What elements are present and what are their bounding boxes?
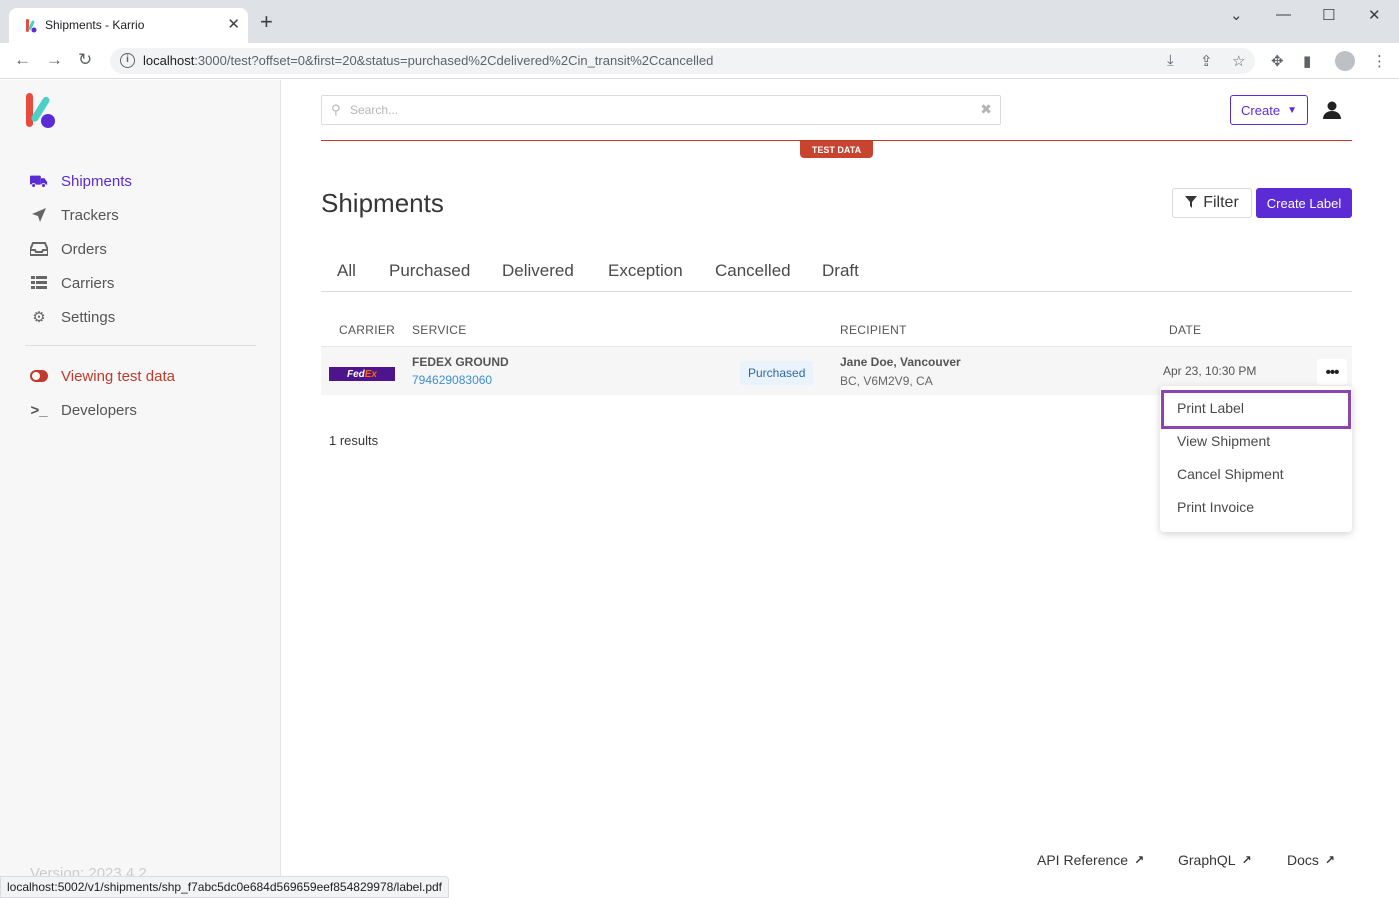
- sidebar-item-label: Trackers: [61, 206, 119, 224]
- toggle-on-icon: [30, 367, 48, 385]
- sidebar-item-developers[interactable]: >_ Developers: [30, 398, 137, 422]
- new-tab-icon[interactable]: +: [260, 11, 273, 33]
- menu-item-print-invoice[interactable]: Print Invoice: [1177, 499, 1254, 515]
- row-actions-button[interactable]: •••: [1317, 359, 1347, 385]
- external-link-icon: ↗: [1241, 853, 1252, 867]
- clear-search-icon[interactable]: ✖: [980, 101, 992, 118]
- external-link-icon: ↗: [1134, 853, 1145, 867]
- column-header-carrier: CARRIER: [339, 323, 396, 337]
- filter-label: Filter: [1203, 194, 1239, 211]
- address-bar[interactable]: i localhost:3000/test?offset=0&first=20&…: [110, 48, 1255, 74]
- status-badge: Purchased: [740, 361, 814, 385]
- tab-close-icon[interactable]: ✕: [227, 15, 240, 33]
- tab-purchased[interactable]: Purchased: [389, 261, 470, 281]
- browser-status-bar: localhost:5002/v1/shipments/shp_f7abc5dc…: [0, 876, 450, 898]
- status-tabs: All Purchased Delivered Exception Cancel…: [321, 251, 1352, 292]
- menu-item-print-label[interactable]: Print Label: [1177, 400, 1244, 416]
- recipient-name: Jane Doe, Vancouver: [840, 355, 961, 369]
- reload-icon[interactable]: ↻: [78, 50, 92, 70]
- ellipsis-icon: •••: [1325, 363, 1340, 381]
- karrio-logo[interactable]: [24, 93, 58, 131]
- tab-title: Shipments - Karrio: [45, 18, 145, 32]
- back-icon[interactable]: ←: [14, 50, 31, 70]
- window-close-icon[interactable]: ✕: [1368, 6, 1381, 24]
- external-link-icon: ↗: [1324, 853, 1335, 867]
- column-header-service: SERVICE: [412, 323, 467, 337]
- filter-icon: [1185, 195, 1198, 211]
- column-header-date: DATE: [1169, 323, 1202, 337]
- filter-button[interactable]: Filter: [1172, 188, 1252, 218]
- profile-avatar-icon[interactable]: [1335, 51, 1355, 71]
- test-data-badge: TEST DATA: [800, 141, 873, 158]
- sidebar-item-settings[interactable]: ⚙ Settings: [30, 305, 115, 329]
- tracking-number-link[interactable]: 794629083060: [412, 373, 492, 387]
- site-info-icon[interactable]: i: [120, 53, 135, 68]
- install-icon[interactable]: ⤓: [1167, 52, 1174, 69]
- browser-menu-icon[interactable]: ⋮: [1372, 52, 1387, 70]
- create-label-button[interactable]: Create Label: [1256, 188, 1352, 218]
- browser-toolbar: ← → ↻ i localhost:3000/test?offset=0&fir…: [0, 43, 1399, 79]
- page-title: Shipments: [321, 188, 444, 218]
- search-bar[interactable]: ⚲ ✖: [321, 95, 1001, 125]
- sidebar-divider: [25, 345, 256, 346]
- create-dropdown-button[interactable]: Create ▼: [1230, 95, 1308, 125]
- sidebar: Shipments Trackers Orders Carriers ⚙ Set…: [0, 80, 281, 898]
- tab-draft[interactable]: Draft: [822, 261, 859, 281]
- fedex-logo: Fed Ex: [329, 367, 395, 381]
- sidebar-item-trackers[interactable]: Trackers: [30, 203, 119, 227]
- service-name: FEDEX GROUND: [412, 355, 509, 369]
- sidebar-item-carriers[interactable]: Carriers: [30, 271, 114, 295]
- user-icon[interactable]: [1322, 100, 1342, 120]
- tab-search-icon[interactable]: ⌄: [1230, 6, 1243, 24]
- sidebar-item-shipments[interactable]: Shipments: [30, 169, 132, 193]
- sidebar-item-label: Shipments: [61, 172, 132, 190]
- sidebar-item-orders[interactable]: Orders: [30, 237, 107, 261]
- menu-item-view-shipment[interactable]: View Shipment: [1177, 433, 1270, 449]
- footer-link-docs[interactable]: Docs ↗: [1287, 852, 1335, 868]
- recipient-address: BC, V6M2V9, CA: [840, 374, 933, 388]
- column-header-recipient: RECIPIENT: [840, 323, 907, 337]
- search-input[interactable]: [350, 100, 970, 120]
- tab-exception[interactable]: Exception: [608, 261, 683, 281]
- menu-item-cancel-shipment[interactable]: Cancel Shipment: [1177, 466, 1284, 482]
- location-arrow-icon: [30, 206, 48, 224]
- share-icon[interactable]: ⇪: [1200, 52, 1213, 70]
- test-data-toggle[interactable]: Viewing test data: [30, 364, 175, 388]
- sidebar-item-label: Carriers: [61, 274, 115, 292]
- sidebar-item-label: Settings: [61, 308, 116, 326]
- search-icon: ⚲: [331, 102, 341, 117]
- maximize-icon[interactable]: ☐: [1322, 6, 1335, 24]
- main-content: ⚲ ✖ Create ▼ TEST DATA Shipments Filter …: [282, 80, 1399, 898]
- list-icon: [30, 274, 48, 292]
- tab-all[interactable]: All: [337, 261, 356, 281]
- row-actions-menu: Print Label View Shipment Cancel Shipmen…: [1160, 386, 1352, 532]
- address-url: localhost:3000/test?offset=0&first=20&st…: [143, 53, 714, 68]
- bookmark-star-icon[interactable]: ☆: [1232, 52, 1245, 70]
- side-panel-icon[interactable]: ▮: [1303, 52, 1311, 70]
- sidebar-item-label: Orders: [61, 240, 107, 258]
- create-button-label: Create: [1241, 102, 1281, 118]
- browser-titlebar: Shipments - Karrio ✕ + ⌄ — ☐ ✕: [0, 0, 1399, 43]
- browser-tab[interactable]: Shipments - Karrio ✕: [9, 8, 248, 43]
- gear-icon: ⚙: [32, 309, 46, 326]
- shipment-date: Apr 23, 10:30 PM: [1163, 364, 1257, 378]
- inbox-icon: [30, 240, 48, 258]
- footer-link-graphql[interactable]: GraphQL ↗: [1178, 852, 1252, 868]
- terminal-icon: >_: [30, 401, 48, 419]
- minimize-icon[interactable]: —: [1276, 6, 1291, 23]
- sidebar-item-label: Developers: [61, 401, 137, 419]
- test-data-label: Viewing test data: [61, 367, 175, 385]
- footer-link-api-reference[interactable]: API Reference ↗: [1037, 852, 1144, 868]
- results-count: 1 results: [329, 433, 379, 448]
- chevron-down-icon: ▼: [1287, 104, 1297, 116]
- tab-delivered[interactable]: Delivered: [502, 261, 574, 281]
- tab-cancelled[interactable]: Cancelled: [715, 261, 791, 281]
- karrio-favicon-icon: [26, 19, 37, 33]
- extensions-icon[interactable]: ✥: [1271, 52, 1284, 70]
- truck-icon: [30, 172, 48, 190]
- forward-icon[interactable]: →: [46, 50, 63, 70]
